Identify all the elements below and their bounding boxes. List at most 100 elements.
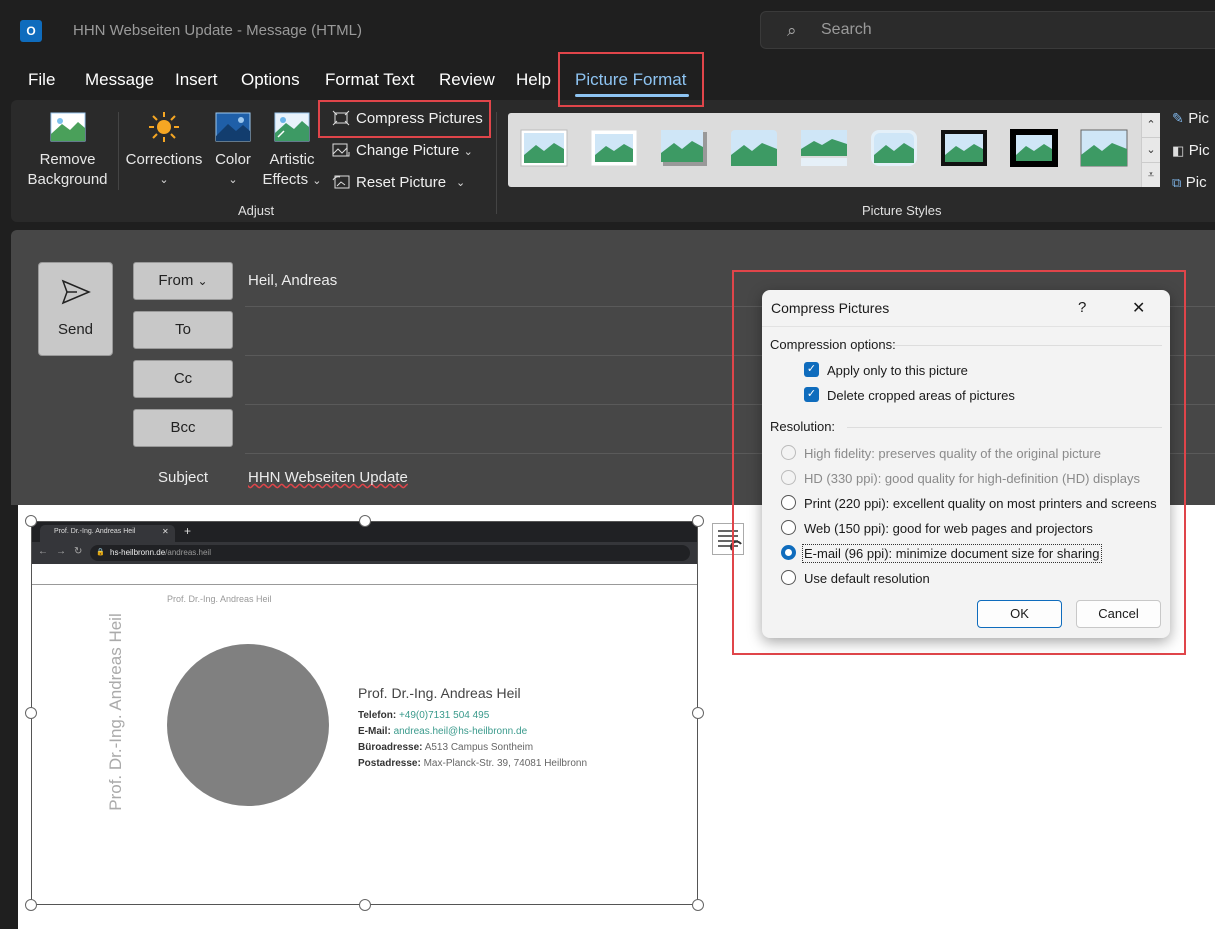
picture-layout-item[interactable]: ⧉ Pic: [1172, 174, 1207, 192]
profile-photo-placeholder: [167, 644, 329, 806]
tab-insert[interactable]: Insert: [175, 70, 218, 90]
search-box[interactable]: ⌕ Search: [760, 11, 1215, 49]
picture-style-shadow[interactable]: [660, 129, 708, 167]
resize-handle[interactable]: [359, 899, 371, 911]
cc-field[interactable]: [245, 361, 725, 401]
inserted-picture[interactable]: Prof. Dr.-Ing. Andreas Heil ✕ + ← → ↻ 🔒 …: [31, 521, 698, 905]
picture-style-soft-frame[interactable]: [590, 129, 638, 167]
delete-cropped-checkbox[interactable]: ✓: [804, 387, 819, 402]
picture-style-black-frame[interactable]: [940, 129, 988, 167]
picture-style-simple-frame[interactable]: [520, 129, 568, 167]
bcc-button[interactable]: Bcc: [133, 409, 233, 447]
picture-style-rounded[interactable]: [730, 129, 778, 167]
resize-handle[interactable]: [25, 899, 37, 911]
compress-highlight-box: [318, 100, 491, 138]
picture-style-soft-edge[interactable]: [870, 129, 918, 167]
send-icon: [61, 279, 91, 310]
change-picture-button[interactable]: Change Picture ⌄: [356, 142, 473, 159]
help-icon[interactable]: ?: [1078, 299, 1086, 316]
default-resolution-radio[interactable]: [781, 570, 796, 585]
web-label: Web (150 ppi): good for web pages and pr…: [804, 521, 1093, 536]
tab-help[interactable]: Help: [516, 70, 551, 90]
cancel-button[interactable]: Cancel: [1076, 600, 1161, 628]
email-radio[interactable]: [781, 545, 796, 560]
delete-cropped-label: Delete cropped areas of pictures: [827, 388, 1015, 403]
resize-handle[interactable]: [359, 515, 371, 527]
vertical-name: Prof. Dr.-Ing. Andreas Heil: [106, 613, 125, 811]
tab-format-text[interactable]: Format Text: [325, 70, 414, 90]
reload-icon: ↻: [74, 546, 83, 557]
divider: [847, 427, 1162, 428]
resize-handle[interactable]: [25, 515, 37, 527]
chevron-down-icon: ⌄: [312, 175, 322, 187]
corrections-sun-icon: [148, 111, 180, 148]
corrections-button[interactable]: Corrections ⌄: [124, 150, 204, 190]
picture-style-reflected[interactable]: [800, 129, 848, 167]
ribbon-divider: [118, 112, 119, 190]
lock-icon: 🔒: [96, 549, 105, 556]
chevron-down-icon: ⌄: [197, 274, 208, 288]
browser-toolbar: ← → ↻ 🔒 hs-heilbronn.de/andreas.heil: [32, 542, 697, 564]
resize-handle[interactable]: [692, 899, 704, 911]
from-button[interactable]: From ⌄: [133, 262, 233, 300]
layout-icon: ⧉: [1172, 175, 1182, 190]
print-radio[interactable]: [781, 495, 796, 510]
send-button[interactable]: Send: [38, 262, 113, 356]
default-resolution-label: Use default resolution: [804, 571, 930, 586]
to-field[interactable]: [245, 312, 725, 352]
cc-button[interactable]: Cc: [133, 360, 233, 398]
expand-gallery-icon[interactable]: ⩡: [1142, 163, 1160, 187]
picture-effects-item[interactable]: ◧ Pic: [1172, 142, 1210, 160]
color-button[interactable]: Color ⌄: [210, 150, 256, 190]
dialog-title: Compress Pictures: [771, 300, 890, 316]
picture-border-item[interactable]: ✎ Pic: [1172, 110, 1209, 128]
forward-icon: →: [56, 546, 66, 557]
search-icon: ⌕: [787, 21, 797, 40]
email-label: E-mail (96 ppi): minimize document size …: [802, 544, 1102, 563]
chevron-down-icon[interactable]: ⌄: [456, 176, 465, 189]
page-header: Prof. Dr.-Ing. Andreas Heil: [167, 594, 272, 604]
print-label: Print (220 ppi): excellent quality on mo…: [804, 496, 1157, 511]
plus-icon: +: [184, 524, 192, 538]
tab-options[interactable]: Options: [241, 70, 300, 90]
reset-picture-icon: [332, 174, 350, 195]
divider: [32, 584, 697, 585]
high-fidelity-radio[interactable]: [781, 445, 796, 460]
picture-style-thick-black-frame[interactable]: [1010, 129, 1058, 167]
divider: [892, 345, 1162, 346]
bcc-field[interactable]: [245, 410, 725, 450]
change-picture-icon: [332, 142, 350, 163]
contact-details: Telefon: +49(0)7131 504 495 E-Mail: andr…: [358, 710, 588, 769]
pencil-icon: ✎: [1172, 110, 1184, 126]
address-bar: 🔒 hs-heilbronn.de/andreas.heil: [90, 545, 690, 561]
effects-icon: ◧: [1172, 143, 1185, 158]
close-icon[interactable]: ✕: [1132, 298, 1145, 318]
back-icon: ←: [38, 546, 48, 557]
tab-file[interactable]: File: [28, 70, 55, 90]
apply-only-checkbox[interactable]: ✓: [804, 362, 819, 377]
compression-heading: Compression options:: [770, 337, 896, 352]
picture-styles-gallery: [508, 113, 1158, 187]
subject-input[interactable]: HHN Webseiten Update: [248, 469, 408, 486]
resize-handle[interactable]: [692, 707, 704, 719]
artistic-effects-button[interactable]: Artistic Effects ⌄: [262, 150, 322, 191]
gallery-scroll[interactable]: ⌃ ⌄ ⩡: [1141, 113, 1160, 187]
hd-label: HD (330 ppi): good quality for high-defi…: [804, 471, 1140, 486]
tab-message[interactable]: Message: [85, 70, 154, 90]
picture-style-thin-frame[interactable]: [1080, 129, 1128, 167]
person-name: Prof. Dr.-Ing. Andreas Heil: [358, 685, 521, 701]
ok-button[interactable]: OK: [977, 600, 1062, 628]
hd-radio[interactable]: [781, 470, 796, 485]
reset-picture-button[interactable]: Reset Picture: [356, 174, 446, 191]
chevron-down-icon[interactable]: ⌄: [1142, 138, 1160, 163]
chevron-up-icon[interactable]: ⌃: [1142, 113, 1160, 138]
resize-handle[interactable]: [25, 707, 37, 719]
from-value: Heil, Andreas: [248, 272, 338, 289]
web-radio[interactable]: [781, 520, 796, 535]
search-placeholder: Search: [821, 21, 872, 38]
tab-review[interactable]: Review: [439, 70, 495, 90]
to-button[interactable]: To: [133, 311, 233, 349]
resize-handle[interactable]: [692, 515, 704, 527]
remove-background-button[interactable]: Remove Background: [20, 150, 115, 190]
chevron-down-icon: ⌄: [463, 146, 473, 158]
